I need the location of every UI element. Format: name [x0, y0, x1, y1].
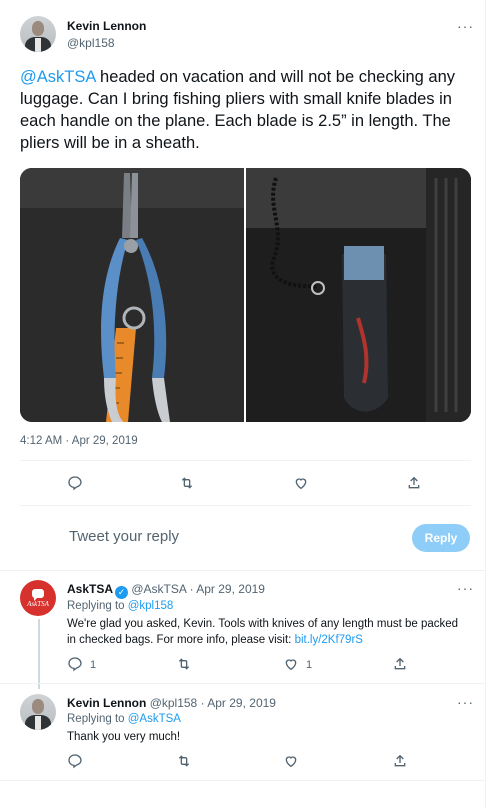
more-icon[interactable]: ··· [457, 18, 474, 34]
reply-icon[interactable] [66, 752, 84, 770]
reply-author-name[interactable]: AskTSA [67, 582, 113, 596]
tweet-timestamp[interactable]: 4:12 AM · Apr 29, 2019 [20, 435, 138, 447]
divider [0, 780, 485, 781]
reply-input[interactable]: Tweet your reply [69, 528, 179, 545]
asktsa-avatar[interactable]: AskTSA [20, 580, 56, 616]
divider [20, 460, 471, 461]
verified-icon: ✓ [115, 586, 129, 599]
reply-date[interactable]: · Apr 29, 2019 [190, 582, 265, 596]
photo-pliers-ruler[interactable] [20, 168, 244, 422]
replying-to: Replying to @AskTSA [67, 713, 181, 725]
reply-link[interactable]: bit.ly/2Kf79rS [295, 634, 363, 646]
replying-to: Replying to @kpl158 [67, 600, 174, 612]
thread-line [38, 619, 40, 689]
reply-text: Thank you very much! [67, 731, 181, 743]
reply-text: We're glad you asked, Kevin. Tools with … [67, 618, 459, 646]
avatar-text: AskTSA [27, 599, 49, 608]
divider [0, 683, 485, 684]
like-icon[interactable] [282, 655, 300, 673]
reply-icon[interactable] [66, 474, 84, 492]
like-icon[interactable] [292, 474, 310, 492]
reply-author-name[interactable]: Kevin Lennon [67, 696, 146, 710]
share-icon[interactable] [405, 474, 423, 492]
retweet-icon[interactable] [178, 474, 196, 492]
reply-author-handle[interactable]: @AskTSA [131, 582, 186, 596]
divider [20, 505, 471, 506]
replying-to-mention[interactable]: @kpl158 [128, 600, 174, 612]
reply-date[interactable]: · Apr 29, 2019 [201, 696, 276, 710]
photo-pliers-sheath[interactable] [246, 168, 471, 422]
chat-bubble-icon [32, 588, 44, 601]
more-icon[interactable]: ··· [457, 580, 474, 596]
share-icon[interactable] [391, 655, 409, 673]
author-handle[interactable]: @kpl158 [67, 36, 115, 50]
retweet-icon[interactable] [175, 655, 193, 673]
reply-header: AskTSA ✓ @AskTSA · Apr 29, 2019 [67, 582, 265, 599]
share-icon[interactable] [391, 752, 409, 770]
frame-border [485, 0, 486, 809]
retweet-icon[interactable] [175, 752, 193, 770]
reply-author-handle[interactable]: @kpl158 [150, 696, 198, 710]
tweet-mention[interactable]: @AskTSA [20, 68, 95, 86]
replying-to-mention[interactable]: @AskTSA [128, 713, 181, 725]
more-icon[interactable]: ··· [457, 694, 474, 710]
divider [0, 570, 485, 571]
reply-author-avatar[interactable] [20, 694, 56, 730]
reply-button[interactable]: Reply [412, 524, 470, 552]
author-avatar[interactable] [20, 16, 56, 52]
tweet-text: @AskTSA headed on vacation and will not … [20, 66, 470, 154]
reply-icon[interactable] [66, 655, 84, 673]
author-name[interactable]: Kevin Lennon [67, 19, 146, 33]
reply-count: 1 [90, 659, 97, 671]
like-count: 1 [306, 659, 313, 671]
tweet-media[interactable] [20, 168, 471, 422]
reply-header: Kevin Lennon @kpl158 · Apr 29, 2019 [67, 696, 276, 710]
like-icon[interactable] [282, 752, 300, 770]
